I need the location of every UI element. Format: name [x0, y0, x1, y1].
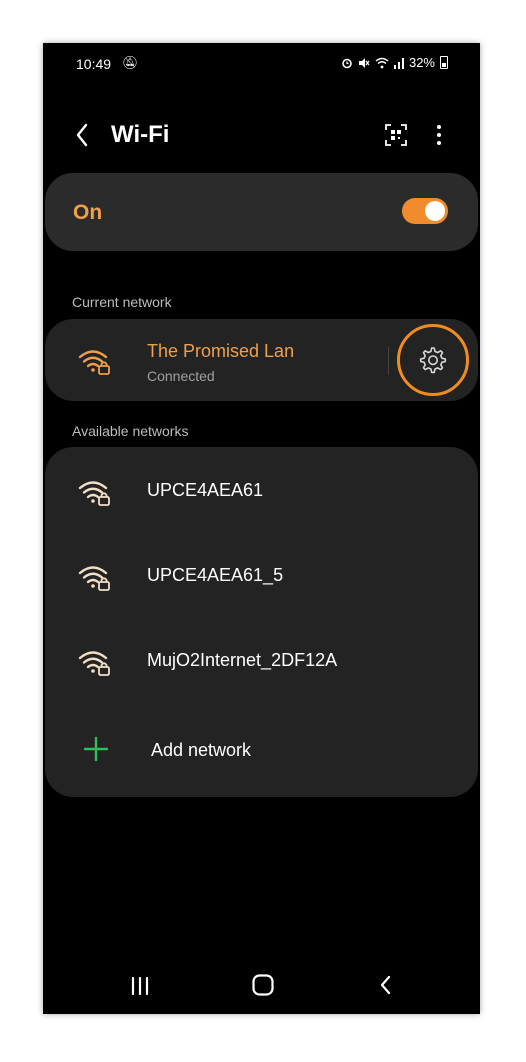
available-networks-label: Available networks [72, 423, 189, 439]
navigation-bar [43, 963, 480, 1009]
wifi-lock-icon [78, 566, 110, 591]
app-bar: Wi-Fi [43, 113, 480, 157]
home-icon[interactable] [251, 973, 275, 997]
status-bar: 10:49 🔕︎ 32% [43, 43, 480, 85]
list-item[interactable]: UPCE4AEA61_5 [45, 535, 478, 619]
wifi-toggle-card[interactable]: On [45, 173, 478, 251]
signal-icon [393, 57, 404, 69]
recents-icon[interactable] [129, 975, 151, 997]
battery-percentage: 32% [408, 55, 435, 70]
back-icon[interactable] [377, 973, 393, 997]
wifi-toggle-label: On [73, 201, 103, 224]
battery-icon [440, 56, 448, 69]
add-network-label: Add network [151, 740, 252, 760]
list-item[interactable]: UPCE4AEA61 [45, 450, 478, 534]
current-network-name: The Promised Lan [147, 341, 295, 361]
status-time: 10:49 [76, 56, 112, 72]
network-name: MujO2Internet_2DF12A [147, 650, 338, 670]
back-arrow-icon[interactable] [71, 121, 95, 149]
current-network-label: Current network [72, 294, 172, 310]
plus-icon [83, 736, 109, 762]
list-item[interactable]: MujO2Internet_2DF12A [45, 620, 478, 704]
available-networks-card: UPCE4AEA61 UPCE4AEA61_5 MujO2Internet_2D… [45, 447, 478, 797]
gear-icon [419, 347, 447, 374]
network-settings-button[interactable] [397, 324, 469, 396]
qr-scan-icon[interactable] [384, 123, 408, 147]
more-vert-icon[interactable] [431, 121, 447, 149]
wifi-lock-icon [78, 350, 110, 375]
add-network-button[interactable]: Add network [45, 710, 478, 794]
wifi-lock-icon [78, 481, 110, 506]
wifi-toggle-switch[interactable] [402, 198, 448, 224]
divider [388, 347, 389, 375]
current-network-card[interactable]: The Promised Lan Connected [45, 319, 478, 401]
wifi-icon [375, 57, 389, 68]
page-title: Wi-Fi [111, 121, 170, 148]
alarm-icon [342, 58, 352, 68]
network-name: UPCE4AEA61_5 [147, 565, 284, 585]
wifi-lock-icon [78, 651, 110, 676]
do-not-disturb-icon: 🔕︎ [122, 55, 139, 70]
mute-icon [358, 57, 370, 68]
status-icons: 32% [341, 55, 448, 70]
phone-screen: 10:49 🔕︎ 32% Wi-Fi On Current network Th… [43, 43, 480, 1014]
toggle-knob [425, 201, 445, 221]
current-network-status: Connected [147, 368, 215, 384]
network-name: UPCE4AEA61 [147, 480, 264, 500]
